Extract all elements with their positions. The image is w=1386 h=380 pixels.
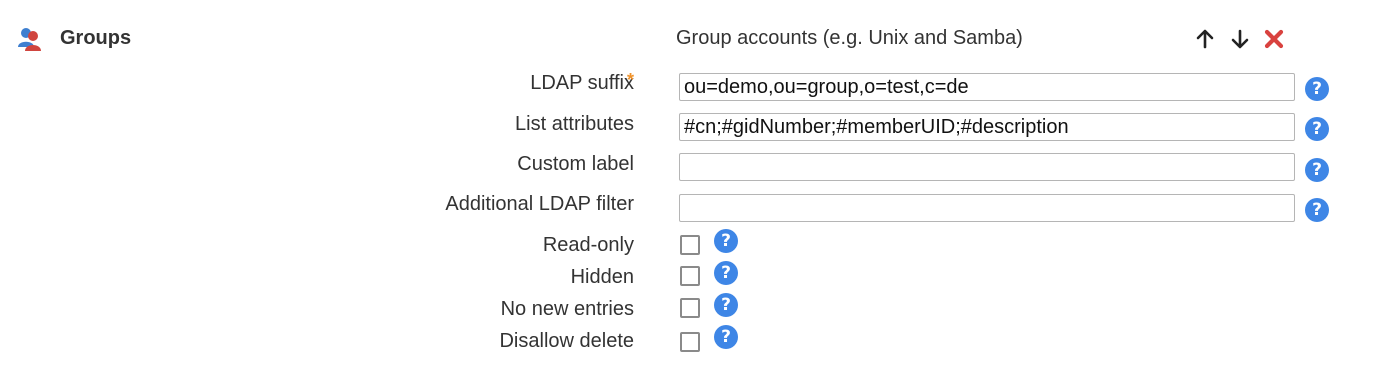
custom-label-help-icon[interactable]: ?: [1305, 158, 1329, 182]
disallow-delete-help-icon[interactable]: ?: [714, 325, 738, 349]
read-only-checkbox[interactable]: [680, 235, 700, 255]
ldap-suffix-help-icon[interactable]: ?: [1305, 77, 1329, 101]
move-up-button[interactable]: [1193, 27, 1217, 51]
additional-filter-input[interactable]: [679, 194, 1295, 222]
required-marker: *: [627, 70, 635, 90]
additional-filter-label: Additional LDAP filter: [445, 193, 634, 215]
no-new-entries-label: No new entries: [500, 298, 634, 320]
close-icon: [1264, 29, 1284, 49]
no-new-entries-help-icon[interactable]: ?: [714, 293, 738, 317]
read-only-label: Read-only: [542, 234, 634, 256]
list-attributes-input[interactable]: [679, 113, 1295, 141]
additional-filter-help-icon[interactable]: ?: [1305, 198, 1329, 222]
section-title: Groups: [60, 27, 132, 49]
disallow-delete-checkbox[interactable]: [680, 332, 700, 352]
hidden-label: Hidden: [570, 266, 634, 288]
hidden-checkbox[interactable]: [680, 266, 700, 286]
custom-label-input[interactable]: [679, 153, 1295, 181]
disallow-delete-label: Disallow delete: [499, 330, 634, 352]
custom-label-label: Custom label: [517, 153, 634, 175]
hidden-help-icon[interactable]: ?: [714, 261, 738, 285]
ldap-suffix-label: LDAP suffix: [530, 72, 634, 94]
remove-button[interactable]: [1262, 27, 1286, 51]
groups-icon: [16, 25, 44, 53]
list-attributes-label: List attributes: [515, 113, 634, 135]
arrow-up-icon: [1196, 29, 1214, 49]
account-type-description: Group accounts (e.g. Unix and Samba): [676, 27, 1023, 49]
read-only-help-icon[interactable]: ?: [714, 229, 738, 253]
arrow-down-icon: [1231, 29, 1249, 49]
move-down-button[interactable]: [1228, 27, 1252, 51]
list-attributes-help-icon[interactable]: ?: [1305, 117, 1329, 141]
no-new-entries-checkbox[interactable]: [680, 298, 700, 318]
ldap-suffix-input[interactable]: [679, 73, 1295, 101]
